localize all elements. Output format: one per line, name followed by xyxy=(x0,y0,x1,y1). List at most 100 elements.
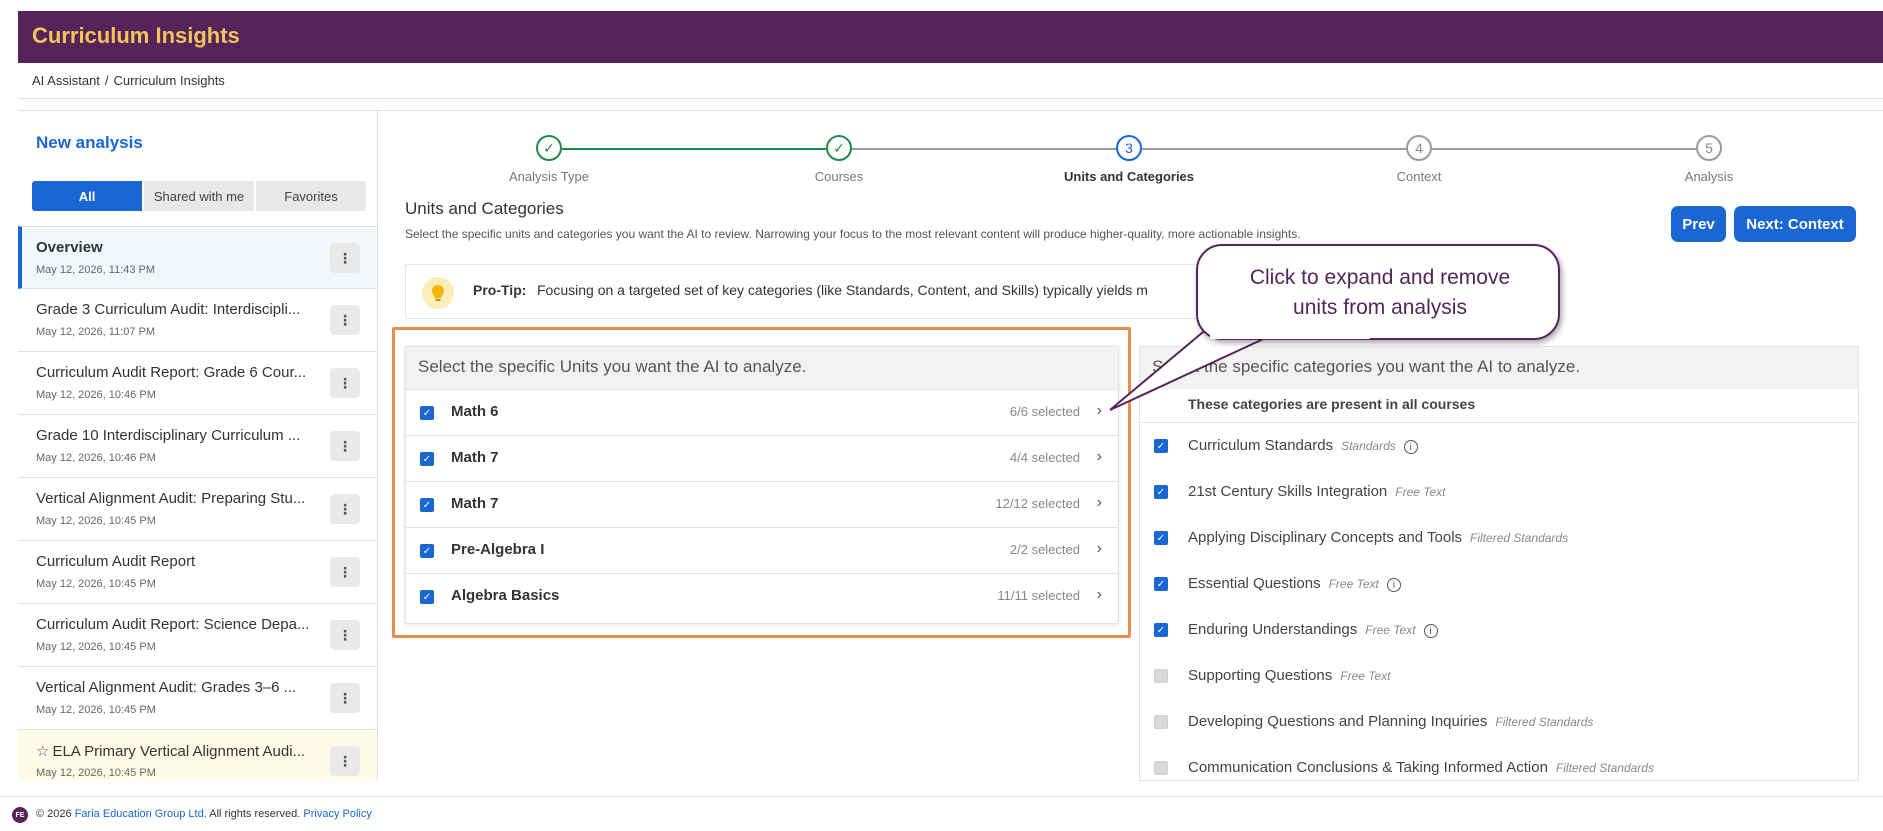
analysis-date: May 12, 2026, 10:45 PM xyxy=(36,578,156,590)
more-options-icon[interactable]: ⋮ xyxy=(330,431,360,461)
star-icon[interactable]: ☆ xyxy=(36,743,49,760)
analysis-list-item[interactable]: Overview May 12, 2026, 11:43 PM ⋮ xyxy=(18,226,377,289)
more-options-icon[interactable]: ⋮ xyxy=(330,746,360,776)
analysis-title-text: Grade 10 Interdisciplinary Curriculum ..… xyxy=(36,427,301,444)
category-checkbox[interactable]: ✓ xyxy=(1154,531,1168,545)
category-label: Essential Questions xyxy=(1188,575,1321,592)
category-label: Developing Questions and Planning Inquir… xyxy=(1188,713,1488,730)
category-row[interactable]: ✓ 21st Century Skills Integration Free Tex… xyxy=(1140,473,1858,513)
analysis-list-item[interactable]: Curriculum Audit Report: Science Depa...… xyxy=(18,604,377,667)
more-options-icon[interactable]: ⋮ xyxy=(330,557,360,587)
step-analysis-type[interactable]: ✓ Analysis Type xyxy=(469,135,629,184)
units-panel-heading: Select the specific Units you want the A… xyxy=(406,347,1118,389)
unit-row[interactable]: ✓ Math 7 4/4 selected › xyxy=(406,435,1118,481)
unit-name: Pre-Algebra I xyxy=(451,541,545,558)
category-name: Curriculum Standards Standards i xyxy=(1188,437,1418,454)
unit-row[interactable]: ✓ Algebra Basics 11/11 selected › xyxy=(406,573,1118,619)
category-type: Standards xyxy=(1341,439,1396,453)
unit-row[interactable]: ✓ Pre-Algebra I 2/2 selected › xyxy=(406,527,1118,573)
new-analysis-link[interactable]: New analysis xyxy=(36,133,143,153)
chevron-right-icon[interactable]: › xyxy=(1097,586,1102,604)
unit-checkbox[interactable]: ✓ xyxy=(420,498,434,512)
category-row[interactable]: ✓ Curriculum Standards Standards i xyxy=(1140,427,1858,467)
analysis-title-text: ELA Primary Vertical Alignment Audi... xyxy=(52,743,306,760)
category-checkbox[interactable]: ✓ xyxy=(1154,623,1168,637)
category-row[interactable]: ✓ Enduring Understandings Free Text i xyxy=(1140,611,1858,651)
analysis-list: Overview May 12, 2026, 11:43 PM ⋮ Grade 3 C… xyxy=(18,226,377,780)
unit-checkbox[interactable]: ✓ xyxy=(420,590,434,604)
unit-name: Math 7 xyxy=(451,449,499,466)
category-row[interactable]: ✓ Essential Questions Free Text i xyxy=(1140,565,1858,605)
analysis-title: Curriculum Audit Report xyxy=(36,553,318,570)
filter-favorites-tab[interactable]: Favorites xyxy=(256,181,366,211)
breadcrumb-ai-assistant[interactable]: AI Assistant xyxy=(32,73,100,88)
category-checkbox[interactable] xyxy=(1154,761,1168,775)
analysis-date: May 12, 2026, 10:45 PM xyxy=(36,641,156,653)
company-link[interactable]: Faria Education Group Ltd. xyxy=(75,808,207,820)
chevron-right-icon[interactable]: › xyxy=(1097,494,1102,512)
unit-selected-count: 4/4 selected xyxy=(1009,450,1080,465)
unit-row[interactable]: ✓ Math 7 12/12 selected › xyxy=(406,481,1118,527)
info-icon[interactable]: i xyxy=(1423,624,1438,638)
analysis-date: May 12, 2026, 10:45 PM xyxy=(36,515,156,527)
more-options-icon[interactable]: ⋮ xyxy=(330,368,360,398)
category-row[interactable]: Developing Questions and Planning Inquir… xyxy=(1140,703,1858,743)
pro-tip-text: Focusing on a targeted set of key catego… xyxy=(537,282,1148,298)
analysis-list-item[interactable]: Curriculum Audit Report: Grade 6 Cour...… xyxy=(18,352,377,415)
chevron-right-icon[interactable]: › xyxy=(1097,540,1102,558)
next-context-button[interactable]: Next: Context xyxy=(1734,206,1856,242)
category-row[interactable]: Supporting Questions Free Text xyxy=(1140,657,1858,697)
filter-all-tab[interactable]: All xyxy=(32,181,142,211)
callout-line-2: units from analysis xyxy=(1293,296,1467,319)
sidebar: New analysis All Shared with me Favorite… xyxy=(18,110,378,780)
unit-checkbox[interactable]: ✓ xyxy=(420,406,434,420)
analysis-title-text: Grade 3 Curriculum Audit: Interdiscipli.… xyxy=(36,301,301,318)
more-options-icon[interactable]: ⋮ xyxy=(330,683,360,713)
category-label: Supporting Questions xyxy=(1188,667,1333,684)
step-label: Units and Categories xyxy=(1063,169,1195,184)
step-units-and-categories[interactable]: 3 Units and Categories xyxy=(1049,135,1209,184)
analysis-list-item[interactable]: ☆ ELA Primary Vertical Alignment Audi... M… xyxy=(18,730,377,780)
unit-row[interactable]: ✓ Math 6 6/6 selected › xyxy=(406,389,1118,435)
privacy-policy-link[interactable]: Privacy Policy xyxy=(303,808,371,820)
more-options-icon[interactable]: ⋮ xyxy=(330,243,360,273)
more-options-icon[interactable]: ⋮ xyxy=(330,305,360,335)
category-name: Developing Questions and Planning Inquir… xyxy=(1188,713,1593,730)
unit-checkbox[interactable]: ✓ xyxy=(420,544,434,558)
category-checkbox[interactable]: ✓ xyxy=(1154,439,1168,453)
analysis-title: Grade 3 Curriculum Audit: Interdiscipli.… xyxy=(36,301,318,318)
analysis-list-item[interactable]: Vertical Alignment Audit: Grades 3–6 ...… xyxy=(18,667,377,730)
category-type: Filtered Standards xyxy=(1470,531,1569,545)
analysis-list-item[interactable]: Vertical Alignment Audit: Preparing Stu.… xyxy=(18,478,377,541)
breadcrumb-curriculum-insights: Curriculum Insights xyxy=(113,73,225,88)
step-courses[interactable]: ✓ Courses xyxy=(759,135,919,184)
category-checkbox[interactable]: ✓ xyxy=(1154,577,1168,591)
analysis-title: Curriculum Audit Report: Grade 6 Cour... xyxy=(36,364,318,381)
step-analysis[interactable]: 5 Analysis xyxy=(1629,135,1789,184)
more-options-icon[interactable]: ⋮ xyxy=(330,620,360,650)
info-icon[interactable]: i xyxy=(1386,578,1401,592)
analysis-list-item[interactable]: Grade 3 Curriculum Audit: Interdiscipli.… xyxy=(18,289,377,352)
units-panel: Select the specific Units you want the A… xyxy=(405,346,1119,624)
check-icon: ✓ xyxy=(826,135,852,161)
category-checkbox[interactable]: ✓ xyxy=(1154,485,1168,499)
more-options-icon[interactable]: ⋮ xyxy=(330,494,360,524)
filter-shared-tab[interactable]: Shared with me xyxy=(144,181,254,211)
step-label: Context xyxy=(1396,169,1442,184)
category-type: Filtered Standards xyxy=(1495,715,1594,729)
chevron-right-icon[interactable]: › xyxy=(1097,448,1102,466)
info-icon[interactable]: i xyxy=(1403,440,1418,454)
step-context[interactable]: 4 Context xyxy=(1339,135,1499,184)
section-description: Select the specific units and categories… xyxy=(405,227,1301,241)
category-row[interactable]: ✓ Applying Disciplinary Concepts and Tool… xyxy=(1140,519,1858,559)
filter-segmented-control: All Shared with me Favorites xyxy=(32,181,366,211)
analysis-list-item[interactable]: Curriculum Audit Report May 12, 2026, 10:… xyxy=(18,541,377,604)
category-checkbox[interactable] xyxy=(1154,669,1168,683)
analysis-list-item[interactable]: Grade 10 Interdisciplinary Curriculum ..… xyxy=(18,415,377,478)
category-checkbox[interactable] xyxy=(1154,715,1168,729)
step-number: 5 xyxy=(1696,135,1722,161)
category-row[interactable]: Communication Conclusions & Taking Infor… xyxy=(1140,749,1858,780)
prev-button[interactable]: Prev xyxy=(1671,206,1726,242)
divider xyxy=(1140,422,1858,423)
unit-checkbox[interactable]: ✓ xyxy=(420,452,434,466)
